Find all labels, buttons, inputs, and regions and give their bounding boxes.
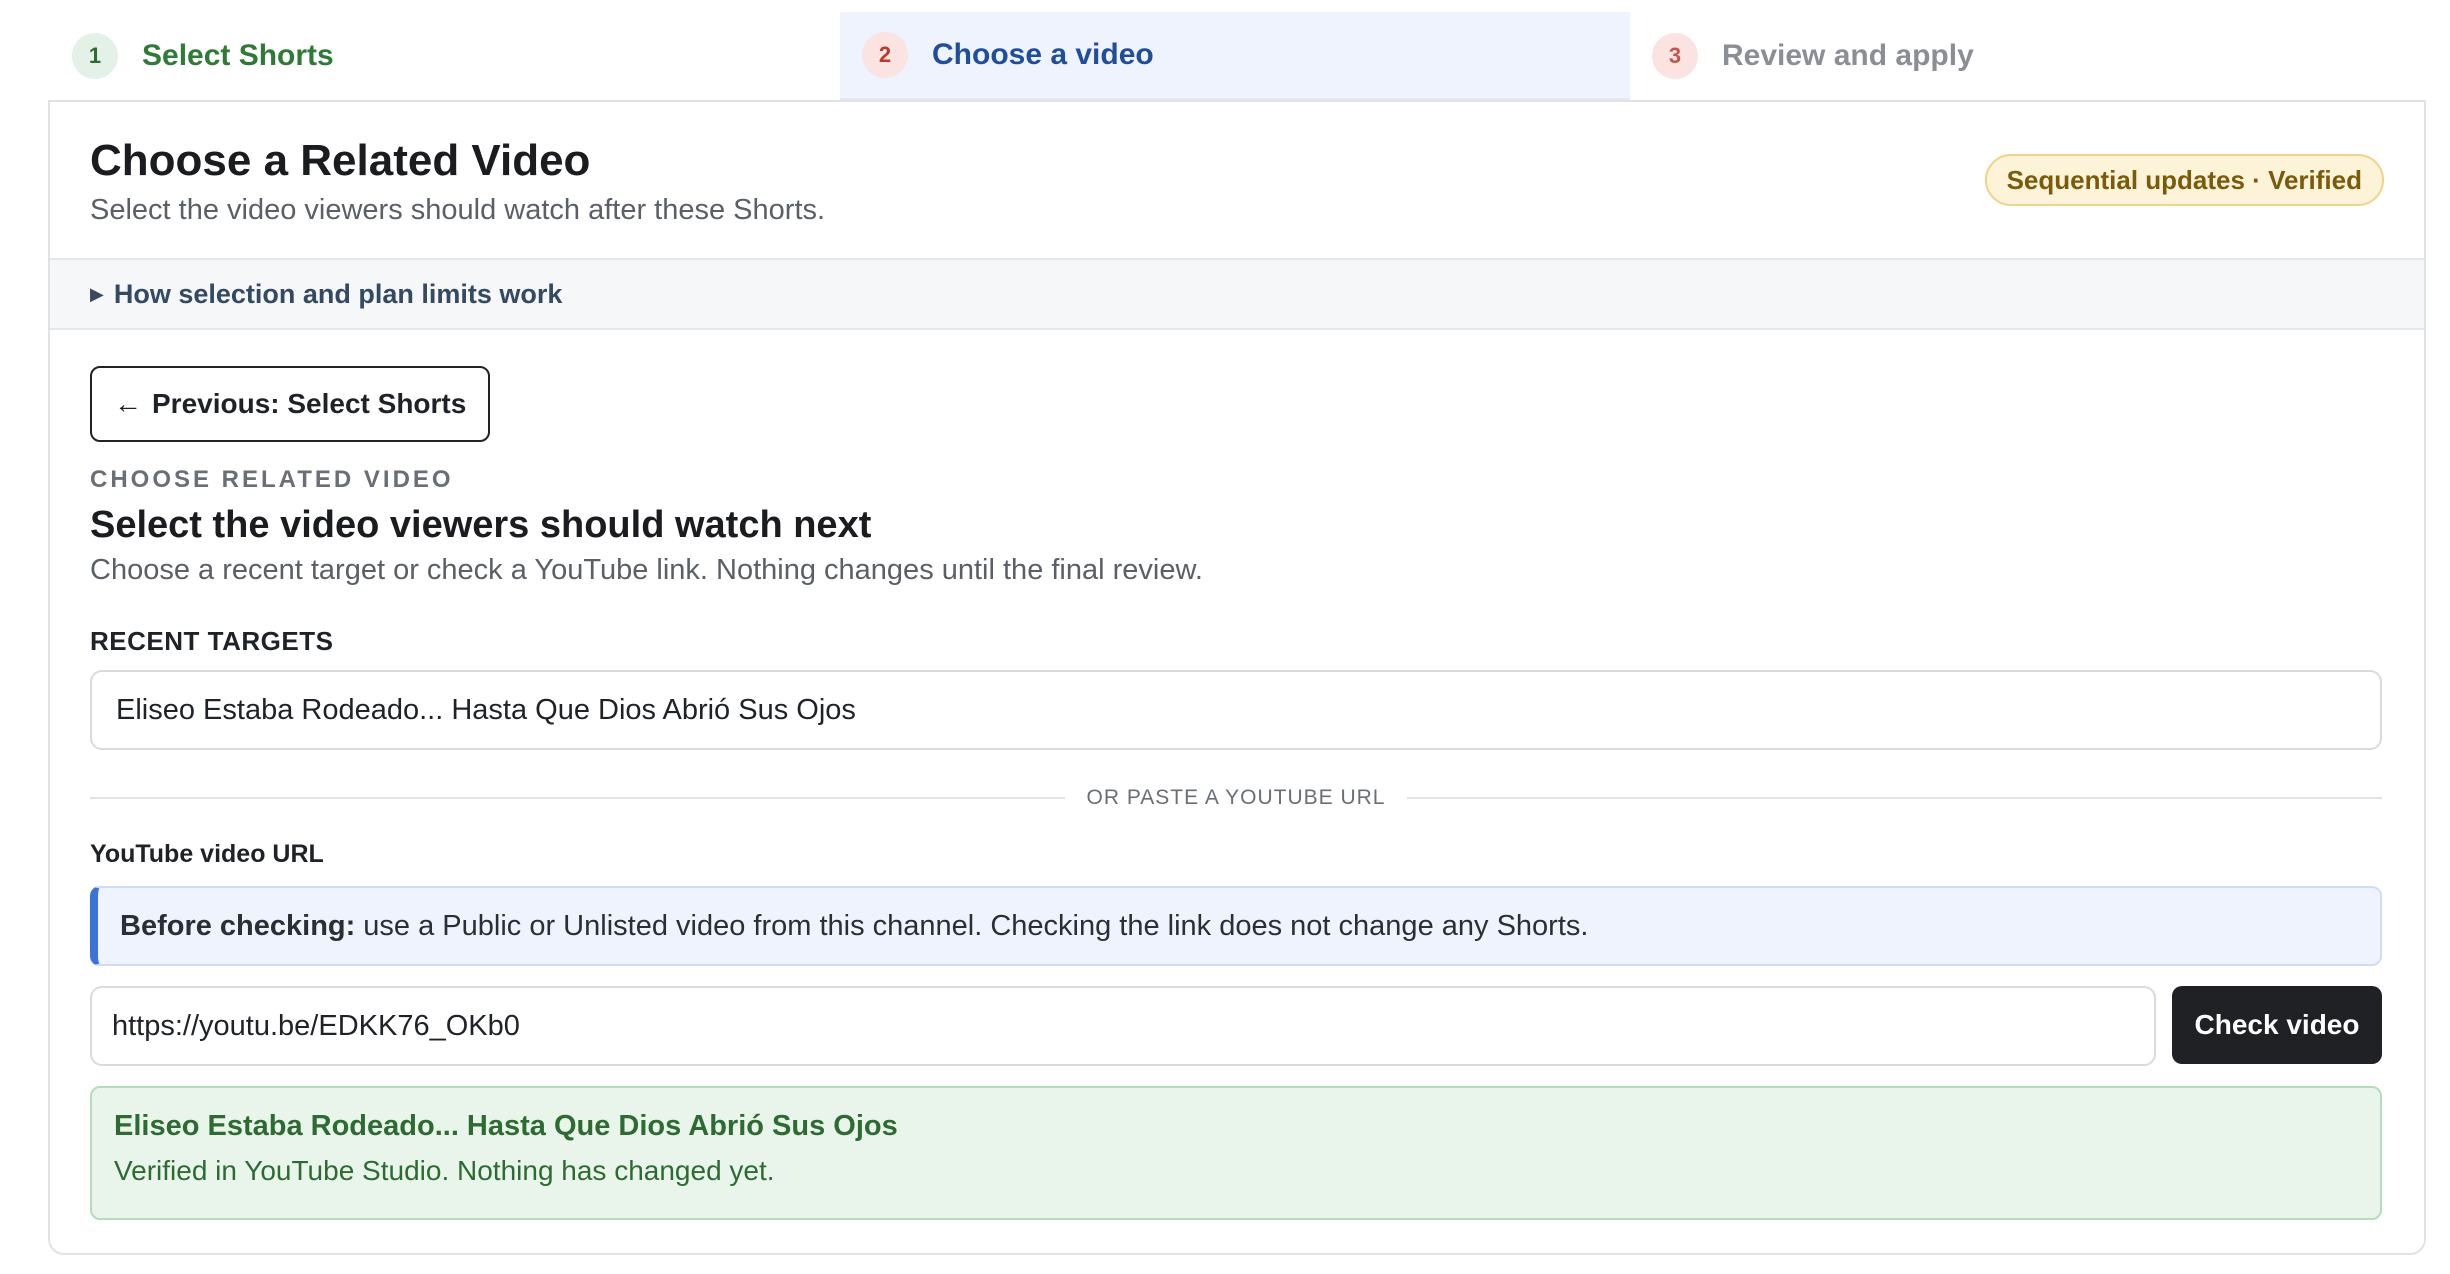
recent-targets-value: Eliseo Estaba Rodeado... Hasta Que Dios … <box>116 693 856 726</box>
or-divider: OR PASTE A YOUTUBE URL <box>90 784 2382 812</box>
step-number: 2 <box>862 32 908 78</box>
divider-line <box>1407 797 2382 799</box>
section-title: Select the video viewers should watch ne… <box>90 504 872 546</box>
section-description: Choose a recent target or check a YouTub… <box>90 554 1203 586</box>
step-label: Choose a video <box>932 38 1154 71</box>
recent-targets-select[interactable]: Eliseo Estaba Rodeado... Hasta Que Dios … <box>90 670 2382 750</box>
step-review-apply[interactable]: 3 Review and apply <box>1630 12 2425 100</box>
verification-result: Eliseo Estaba Rodeado... Hasta Que Dios … <box>90 1086 2382 1220</box>
divider-line <box>90 797 1065 799</box>
recent-targets-label: RECENT TARGETS <box>90 626 334 656</box>
step-number: 1 <box>72 33 118 79</box>
verified-video-title: Eliseo Estaba Rodeado... Hasta Que Dios … <box>114 1110 898 1142</box>
verified-status-text: Verified in YouTube Studio. Nothing has … <box>114 1155 775 1186</box>
stepper: 1 Select Shorts 2 Choose a video 3 Revie… <box>50 12 2425 100</box>
previous-button-label: Previous: Select Shorts <box>152 388 467 419</box>
card-header: Choose a Related Video Select the video … <box>50 102 2424 260</box>
step-choose-video[interactable]: 2 Choose a video <box>840 12 1630 100</box>
choose-video-card: Choose a Related Video Select the video … <box>48 100 2426 1255</box>
step-select-shorts[interactable]: 1 Select Shorts <box>50 12 840 100</box>
page-subtitle: Select the video viewers should watch af… <box>90 194 826 226</box>
youtube-url-label: YouTube video URL <box>90 840 324 868</box>
check-video-button[interactable]: Check video <box>2172 986 2382 1064</box>
notice-text: use a Public or Unlisted video from this… <box>363 909 1589 942</box>
step-label: Review and apply <box>1722 39 1974 72</box>
divider-text: OR PASTE A YOUTUBE URL <box>1086 786 1386 809</box>
triangle-right-icon: ▶ <box>90 283 104 304</box>
page-title: Choose a Related Video <box>90 136 591 185</box>
step-label: Select Shorts <box>142 39 334 72</box>
step-number: 3 <box>1652 33 1698 79</box>
how-selection-works-toggle[interactable]: ▶ How selection and plan limits work <box>50 260 2424 330</box>
status-badge: Sequential updates · Verified <box>1984 154 2384 206</box>
previous-button[interactable]: ← Previous: Select Shorts <box>90 366 491 442</box>
section-eyebrow: CHOOSE RELATED VIDEO <box>90 466 454 493</box>
youtube-url-input[interactable] <box>90 986 2156 1066</box>
before-checking-notice: Before checking: use a Public or Unliste… <box>90 886 2382 966</box>
disclosure-label: How selection and plan limits work <box>113 278 563 309</box>
arrow-left-icon: ← <box>114 388 142 419</box>
notice-strong: Before checking: <box>120 909 356 942</box>
